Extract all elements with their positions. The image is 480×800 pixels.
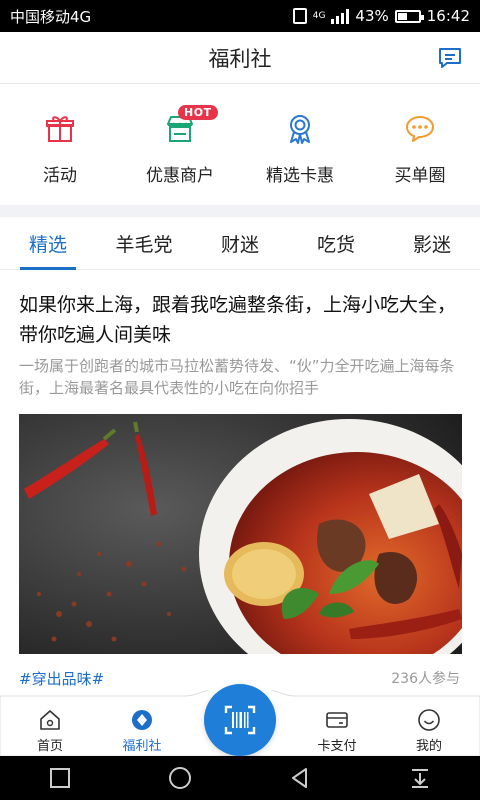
gift-icon (46, 116, 74, 142)
tab-money-lovers[interactable]: 财迷 (192, 217, 288, 269)
quick-nav-card-offers[interactable]: 精选卡惠 (240, 85, 360, 205)
back-icon[interactable] (288, 766, 312, 790)
network-label: 4G (312, 11, 326, 21)
tab-label: 我的 (415, 739, 442, 754)
section-divider (0, 205, 480, 217)
home-icon (40, 710, 60, 730)
participant-count: 236人参与 (391, 671, 460, 687)
article-image[interactable] (19, 414, 462, 654)
quick-nav-label: 优惠商户 (146, 166, 214, 186)
hot-badge: HOT (178, 105, 218, 120)
tab-label: 福利社 (122, 739, 162, 754)
scan-button[interactable] (204, 684, 276, 756)
notification-drawer-icon[interactable] (408, 766, 432, 790)
smile-icon (418, 709, 440, 731)
quick-nav: 活动 HOT 优惠商户 精选卡惠 买单圈 (0, 85, 480, 205)
message-icon[interactable] (436, 44, 464, 72)
tab-deal-hunters[interactable]: 羊毛党 (96, 217, 192, 269)
signal-icon (331, 8, 350, 24)
tab-mine[interactable]: 我的 (394, 708, 464, 754)
card-icon (326, 712, 348, 728)
page-title: 福利社 (208, 46, 272, 71)
article-description: 一场属于创跑者的城市马拉松蓄势待发、“伙”力全开吃遍上海每条街，上海最著名最具代… (19, 357, 455, 397)
clock: 16:42 (426, 7, 470, 25)
tab-foodies[interactable]: 吃货 (288, 217, 384, 269)
tab-welfare[interactable]: 福利社 (107, 708, 177, 754)
chat-icon (406, 116, 434, 142)
tab-home[interactable]: 首页 (15, 708, 85, 754)
article-title[interactable]: 如果你来上海，跟着我吃遍整条街，上海小吃大全，带你吃遍人间美味 (19, 290, 464, 350)
vibrate-icon (292, 8, 307, 24)
quick-nav-checkout-circle[interactable]: 买单圈 (360, 85, 480, 205)
app-screen: 中国移动4G 4G 43% 16:42 福利社 活动 HOT 优惠商户 精选卡惠… (0, 0, 480, 800)
quick-nav-merchants[interactable]: HOT 优惠商户 (120, 85, 240, 205)
app-header: 福利社 (0, 32, 480, 84)
award-icon (290, 115, 310, 144)
battery-percent: 43% (355, 7, 389, 25)
recent-apps-icon[interactable] (48, 766, 72, 790)
quick-nav-label: 精选卡惠 (266, 166, 334, 186)
tab-movie-fans[interactable]: 影迷 (384, 217, 480, 269)
tab-label: 卡支付 (317, 739, 357, 754)
battery-icon (394, 9, 424, 23)
status-bar: 中国移动4G 4G 43% 16:42 (0, 0, 480, 32)
category-tabs: 精选 羊毛党 财迷 吃货 影迷 (0, 217, 480, 270)
tab-featured[interactable]: 精选 (0, 217, 96, 270)
quick-nav-label: 买单圈 (394, 166, 446, 186)
quick-nav-label: 活动 (43, 166, 77, 186)
topic-tag[interactable]: #穿出品味# (19, 668, 104, 689)
quick-nav-activity[interactable]: 活动 (0, 85, 120, 205)
tab-label: 首页 (36, 739, 63, 754)
carrier-label: 中国移动4G (10, 7, 92, 26)
tab-card-pay[interactable]: 卡支付 (302, 708, 372, 754)
home-button-icon[interactable] (168, 766, 192, 790)
welfare-icon (132, 710, 152, 730)
scan-icon (224, 705, 256, 735)
system-nav-bar (0, 756, 480, 800)
